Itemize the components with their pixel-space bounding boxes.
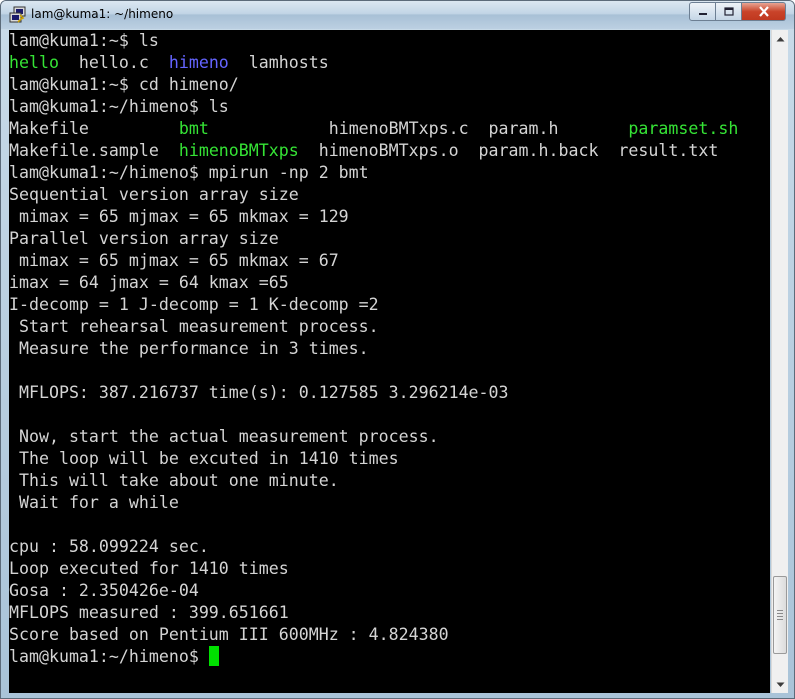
terminal-line: mimax = 65 mjmax = 65 mkmax = 67 xyxy=(9,250,770,272)
terminal-line: lam@kuma1:~$ ls xyxy=(9,30,770,52)
terminal-text: Sequential version array size xyxy=(9,185,299,204)
terminal-text: bmt xyxy=(178,119,209,138)
scroll-down-arrow-icon xyxy=(776,682,784,687)
terminal-text: mimax = 65 mjmax = 65 mkmax = 67 xyxy=(9,251,339,270)
terminal-line: Makefile.sample himenoBMTxps himenoBMTxp… xyxy=(9,140,770,162)
terminal-line: lam@kuma1:~/himeno$ mpirun -np 2 bmt xyxy=(9,162,770,184)
minimize-button[interactable] xyxy=(689,2,716,21)
terminal-line: hello hello.c himeno lamhosts xyxy=(9,52,770,74)
terminal-text: himeno xyxy=(168,53,229,72)
terminal-text: Measure the performance in 3 times. xyxy=(9,339,369,358)
scroll-down-button[interactable] xyxy=(772,676,788,693)
terminal-text: lam@kuma1:~/himeno$ ls xyxy=(9,97,229,116)
terminal-text: This will take about one minute. xyxy=(9,471,339,490)
putty-icon[interactable] xyxy=(9,6,26,23)
terminal-text: lam@kuma1:~$ cd himeno/ xyxy=(9,75,239,94)
terminal-line: lam@kuma1:~/himeno$ ls xyxy=(9,96,770,118)
scrollbar-grip xyxy=(777,610,783,622)
terminal-text: Score based on Pentium III 600MHz : 4.82… xyxy=(9,625,449,644)
scroll-up-button[interactable] xyxy=(772,30,788,47)
vertical-scrollbar[interactable] xyxy=(771,30,788,693)
terminal-text: lam@kuma1:~/himeno$ mpirun -np 2 bmt xyxy=(9,163,369,182)
close-button[interactable] xyxy=(742,2,786,21)
terminal-line: This will take about one minute. xyxy=(9,470,770,492)
terminal-text: Gosa : 2.350426e-04 xyxy=(9,581,199,600)
terminal-text: Makefile.sample xyxy=(9,141,179,160)
terminal-text: himenoBMTxps.c param.h xyxy=(208,119,629,138)
title-bar[interactable]: lam@kuma1: ~/himeno xyxy=(1,1,794,29)
terminal-text: lam@kuma1:~/himeno$ xyxy=(9,647,209,666)
terminal-line: I-decomp = 1 J-decomp = 1 K-decomp =2 xyxy=(9,294,770,316)
terminal-text: The loop will be excuted in 1410 times xyxy=(9,449,399,468)
terminal-text: himenoBMTxps.o param.h.back result.txt xyxy=(298,141,719,160)
terminal-text: paramset.sh xyxy=(628,119,739,138)
close-icon xyxy=(758,6,769,17)
terminal-line: lam@kuma1:~$ cd himeno/ xyxy=(9,74,770,96)
terminal-text: Now, start the actual measurement proces… xyxy=(9,427,439,446)
terminal-text: Makefile xyxy=(9,119,179,138)
terminal-line: Now, start the actual measurement proces… xyxy=(9,426,770,448)
window-title: lam@kuma1: ~/himeno xyxy=(31,7,174,21)
terminal-line: Sequential version array size xyxy=(9,184,770,206)
terminal-text: MFLOPS measured : 399.651661 xyxy=(9,603,289,622)
minimize-icon xyxy=(698,12,707,15)
terminal-line: lam@kuma1:~/himeno$ xyxy=(9,646,770,668)
terminal-text: mimax = 65 mjmax = 65 mkmax = 129 xyxy=(9,207,349,226)
terminal-output[interactable]: lam@kuma1:~$ ls hello hello.c himeno lamh… xyxy=(9,30,770,693)
terminal-text: MFLOPS: 387.216737 time(s): 0.127585 3.2… xyxy=(9,383,509,402)
text-cursor xyxy=(208,646,219,666)
terminal-window: lam@kuma1: ~/himeno lam@kuma1:~$ ls hello… xyxy=(0,0,795,699)
terminal-text: Parallel version array size xyxy=(9,229,279,248)
terminal-line: Makefile bmt himenoBMTxps.c param.h para… xyxy=(9,118,770,140)
terminal-line: MFLOPS measured : 399.651661 xyxy=(9,602,770,624)
terminal-line: Loop executed for 1410 times xyxy=(9,558,770,580)
terminal-line: Start rehearsal measurement process. xyxy=(9,316,770,338)
terminal-text: Loop executed for 1410 times xyxy=(9,559,289,578)
terminal-line: MFLOPS: 387.216737 time(s): 0.127585 3.2… xyxy=(9,382,770,404)
terminal-line: cpu : 58.099224 sec. xyxy=(9,536,770,558)
maximize-button[interactable] xyxy=(716,2,742,21)
terminal-line: imax = 64 jmax = 64 kmax =65 xyxy=(9,272,770,294)
terminal-line: Parallel version array size xyxy=(9,228,770,250)
terminal-text: Wait for a while xyxy=(9,493,179,512)
terminal-line: mimax = 65 mjmax = 65 mkmax = 129 xyxy=(9,206,770,228)
terminal-lines: lam@kuma1:~$ ls hello hello.c himeno lamh… xyxy=(9,30,770,668)
window-controls xyxy=(689,2,786,21)
scrollbar-thumb[interactable] xyxy=(773,576,787,654)
terminal-text: himenoBMTxps xyxy=(178,141,299,160)
terminal-line: Measure the performance in 3 times. xyxy=(9,338,770,360)
terminal-text: hello.c xyxy=(58,53,169,72)
terminal-text: cpu : 58.099224 sec. xyxy=(9,537,209,556)
terminal-line: The loop will be excuted in 1410 times xyxy=(9,448,770,470)
terminal-line: Score based on Pentium III 600MHz : 4.82… xyxy=(9,624,770,646)
terminal-text: lamhosts xyxy=(228,53,329,72)
terminal-text: Start rehearsal measurement process. xyxy=(9,317,379,336)
terminal-text: I-decomp = 1 J-decomp = 1 K-decomp =2 xyxy=(9,295,379,314)
terminal-line: Gosa : 2.350426e-04 xyxy=(9,580,770,602)
terminal-text: hello xyxy=(9,53,59,72)
maximize-icon xyxy=(723,7,734,16)
terminal-text: lam@kuma1:~$ ls xyxy=(9,31,159,50)
scroll-up-arrow-icon xyxy=(776,36,784,41)
terminal-text: imax = 64 jmax = 64 kmax =65 xyxy=(9,273,289,292)
terminal-line: Wait for a while xyxy=(9,492,770,514)
